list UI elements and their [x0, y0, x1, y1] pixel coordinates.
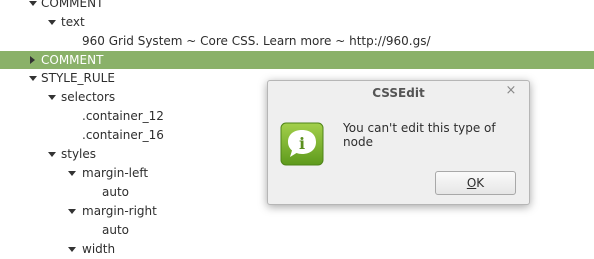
tree-row-label: margin-right: [82, 204, 157, 218]
tree-row-text-value[interactable]: 960 Grid System ~ Core CSS. Learn more ~…: [0, 32, 594, 51]
tree-row-text[interactable]: text: [0, 13, 594, 32]
info-icon: i: [280, 122, 324, 166]
expand-arrow-icon[interactable]: [46, 88, 58, 107]
expand-arrow-icon[interactable]: [66, 202, 78, 221]
tree-row-comment-selected[interactable]: COMMENT: [0, 51, 594, 69]
tree-row-label: margin-left: [82, 166, 149, 180]
tree-row-label: COMMENT: [41, 53, 104, 67]
svg-text:i: i: [299, 134, 305, 153]
tree-row-label: 960 Grid System ~ Core CSS. Learn more ~…: [82, 34, 431, 48]
expand-arrow-icon[interactable]: [27, 0, 39, 13]
tree-row-label: .container_16: [82, 128, 164, 142]
tree-row-label: styles: [61, 147, 97, 161]
message-dialog: CSSEdit × i You can't edit this type of …: [267, 80, 530, 205]
ok-mnemonic: O: [466, 176, 477, 190]
expand-arrow-icon[interactable]: [66, 164, 78, 183]
expand-arrow-icon[interactable]: [66, 240, 78, 259]
tree-row-label: auto: [102, 223, 130, 237]
ok-button[interactable]: OK: [435, 171, 516, 195]
tree-row-label: text: [61, 15, 85, 29]
tree-row-width[interactable]: width: [0, 240, 594, 259]
close-icon[interactable]: ×: [504, 84, 518, 98]
dialog-title: CSSEdit: [372, 86, 425, 100]
collapse-arrow-icon[interactable]: [27, 51, 39, 70]
tree-row-label: selectors: [61, 90, 116, 104]
expand-arrow-icon[interactable]: [46, 145, 58, 164]
tree-row-property-value[interactable]: auto: [0, 221, 594, 240]
tree-row-label: width: [82, 242, 116, 256]
dialog-message: You can't edit this type of node: [343, 121, 496, 149]
tree-row-label: COMMENT: [41, 0, 104, 10]
expand-arrow-icon[interactable]: [27, 69, 39, 88]
tree-row-label: auto: [102, 185, 130, 199]
tree-row-comment-1[interactable]: COMMENT: [0, 0, 594, 13]
ok-label-rest: K: [476, 176, 485, 190]
tree-row-label: STYLE_RULE: [41, 71, 115, 85]
expand-arrow-icon[interactable]: [46, 13, 58, 32]
tree-row-label: .container_12: [82, 109, 164, 123]
